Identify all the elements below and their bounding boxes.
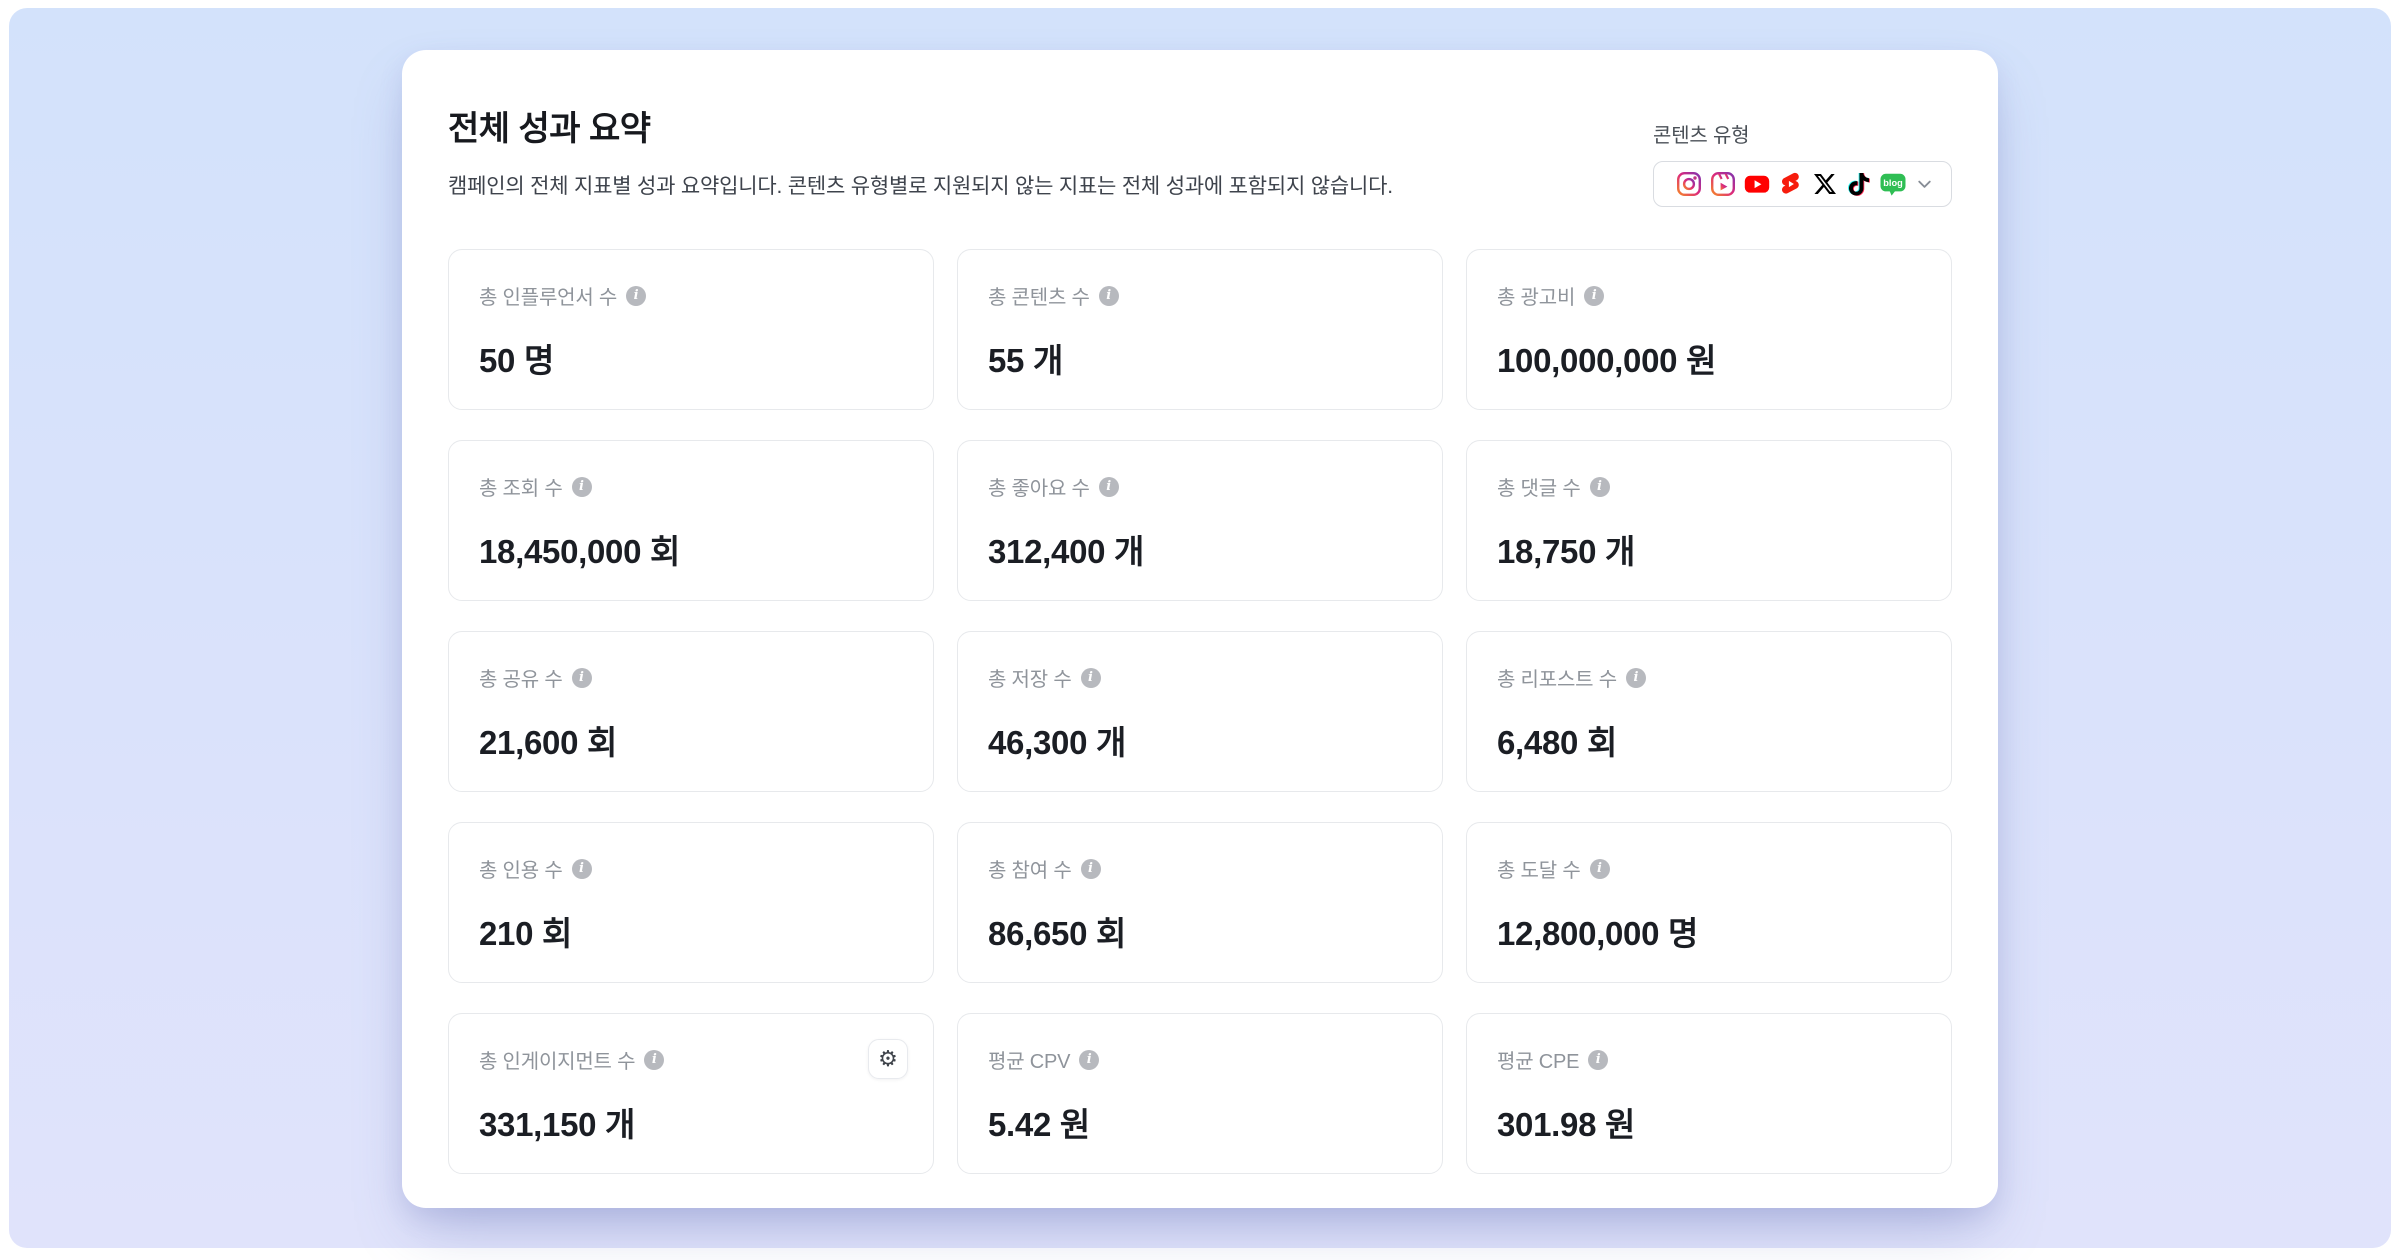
metric-card-total-influencers: 총 인플루언서 수 i 50 명 <box>448 249 934 410</box>
metric-value: 6,480 회 <box>1497 716 1921 764</box>
info-icon[interactable]: i <box>626 286 646 306</box>
info-icon[interactable]: i <box>1588 1050 1608 1070</box>
metric-card-total-participation: 총 참여 수 i 86,650 회 <box>957 822 1443 983</box>
metric-card-total-shares: 총 공유 수 i 21,600 회 <box>448 631 934 792</box>
info-icon[interactable]: i <box>572 859 592 879</box>
metric-value: 18,750 개 <box>1497 525 1921 573</box>
info-icon[interactable]: i <box>1099 286 1119 306</box>
metric-value: 100,000,000 원 <box>1497 334 1921 382</box>
metric-card-total-ad-cost: 총 광고비 i 100,000,000 원 <box>1466 249 1952 410</box>
metric-value: 21,600 회 <box>479 716 903 764</box>
metric-card-total-quotes: 총 인용 수 i 210 회 <box>448 822 934 983</box>
metric-value: 312,400 개 <box>988 525 1412 573</box>
metric-card-average-cpv: 평균 CPV i 5.42 원 <box>957 1013 1443 1174</box>
panel-header: 전체 성과 요약 캠페인의 전체 지표별 성과 요약입니다. 콘텐츠 유형별로 … <box>448 108 1952 207</box>
metric-value: 301.98 원 <box>1497 1098 1921 1146</box>
svg-text:blog: blog <box>1883 178 1902 188</box>
metric-label: 총 좋아요 수 <box>988 472 1090 501</box>
metric-value: 55 개 <box>988 334 1412 382</box>
metric-value: 210 회 <box>479 907 903 955</box>
metric-label: 총 인플루언서 수 <box>479 281 617 310</box>
metrics-grid: 총 인플루언서 수 i 50 명 총 콘텐츠 수 i 55 개 총 광고비 i … <box>448 249 1952 1174</box>
engagement-settings-button[interactable]: ⚙ <box>868 1039 908 1079</box>
metric-label: 총 인용 수 <box>479 854 563 883</box>
metric-value: 331,150 개 <box>479 1098 903 1146</box>
content-type-selector[interactable]: blog <box>1653 161 1952 207</box>
metric-label: 총 저장 수 <box>988 663 1072 692</box>
info-icon[interactable]: i <box>1081 859 1101 879</box>
metric-card-average-cpe: 평균 CPE i 301.98 원 <box>1466 1013 1952 1174</box>
metric-value: 46,300 개 <box>988 716 1412 764</box>
tiktok-icon <box>1846 171 1872 197</box>
metric-label: 총 도달 수 <box>1497 854 1581 883</box>
metric-card-total-views: 총 조회 수 i 18,450,000 회 <box>448 440 934 601</box>
metric-card-total-saves: 총 저장 수 i 46,300 개 <box>957 631 1443 792</box>
header-text-block: 전체 성과 요약 캠페인의 전체 지표별 성과 요약입니다. 콘텐츠 유형별로 … <box>448 108 1393 201</box>
metric-label: 총 댓글 수 <box>1497 472 1581 501</box>
performance-summary-panel: 전체 성과 요약 캠페인의 전체 지표별 성과 요약입니다. 콘텐츠 유형별로 … <box>402 50 1998 1208</box>
content-type-selector-block: 콘텐츠 유형 <box>1653 119 1952 207</box>
metric-value: 50 명 <box>479 334 903 382</box>
metric-label: 총 리포스트 수 <box>1497 663 1617 692</box>
youtube-shorts-icon <box>1778 171 1804 197</box>
metric-label: 총 콘텐츠 수 <box>988 281 1090 310</box>
x-icon <box>1812 171 1838 197</box>
info-icon[interactable]: i <box>1584 286 1604 306</box>
metric-label: 평균 CPV <box>988 1045 1070 1074</box>
metric-card-total-reach: 총 도달 수 i 12,800,000 명 <box>1466 822 1952 983</box>
info-icon[interactable]: i <box>644 1050 664 1070</box>
metric-label: 총 조회 수 <box>479 472 563 501</box>
metric-label: 총 광고비 <box>1497 281 1575 310</box>
page-title: 전체 성과 요약 <box>448 108 1393 151</box>
info-icon[interactable]: i <box>1626 668 1646 688</box>
chevron-down-icon <box>1914 173 1935 195</box>
metric-label: 총 참여 수 <box>988 854 1072 883</box>
info-icon[interactable]: i <box>572 477 592 497</box>
info-icon[interactable]: i <box>1099 477 1119 497</box>
naver-blog-icon: blog <box>1880 171 1906 197</box>
info-icon[interactable]: i <box>1590 477 1610 497</box>
metric-label: 총 인게이지먼트 수 <box>479 1045 635 1074</box>
content-type-label: 콘텐츠 유형 <box>1653 119 1952 148</box>
metric-value: 18,450,000 회 <box>479 525 903 573</box>
info-icon[interactable]: i <box>1590 859 1610 879</box>
metric-card-total-comments: 총 댓글 수 i 18,750 개 <box>1466 440 1952 601</box>
info-icon[interactable]: i <box>1081 668 1101 688</box>
metric-value: 5.42 원 <box>988 1098 1412 1146</box>
page-description: 캠페인의 전체 지표별 성과 요약입니다. 콘텐츠 유형별로 지원되지 않는 지… <box>448 172 1393 201</box>
metric-value: 86,650 회 <box>988 907 1412 955</box>
info-icon[interactable]: i <box>1079 1050 1099 1070</box>
metric-card-total-reposts: 총 리포스트 수 i 6,480 회 <box>1466 631 1952 792</box>
metric-card-total-engagements: 총 인게이지먼트 수 i 331,150 개 ⚙ <box>448 1013 934 1174</box>
info-icon[interactable]: i <box>572 668 592 688</box>
metric-label: 평균 CPE <box>1497 1045 1579 1074</box>
metric-value: 12,800,000 명 <box>1497 907 1921 955</box>
youtube-icon <box>1744 171 1770 197</box>
instagram-reels-icon <box>1710 171 1736 197</box>
gear-icon: ⚙ <box>878 1046 898 1072</box>
metric-card-total-likes: 총 좋아요 수 i 312,400 개 <box>957 440 1443 601</box>
metric-card-total-contents: 총 콘텐츠 수 i 55 개 <box>957 249 1443 410</box>
metric-label: 총 공유 수 <box>479 663 563 692</box>
instagram-icon <box>1676 171 1702 197</box>
